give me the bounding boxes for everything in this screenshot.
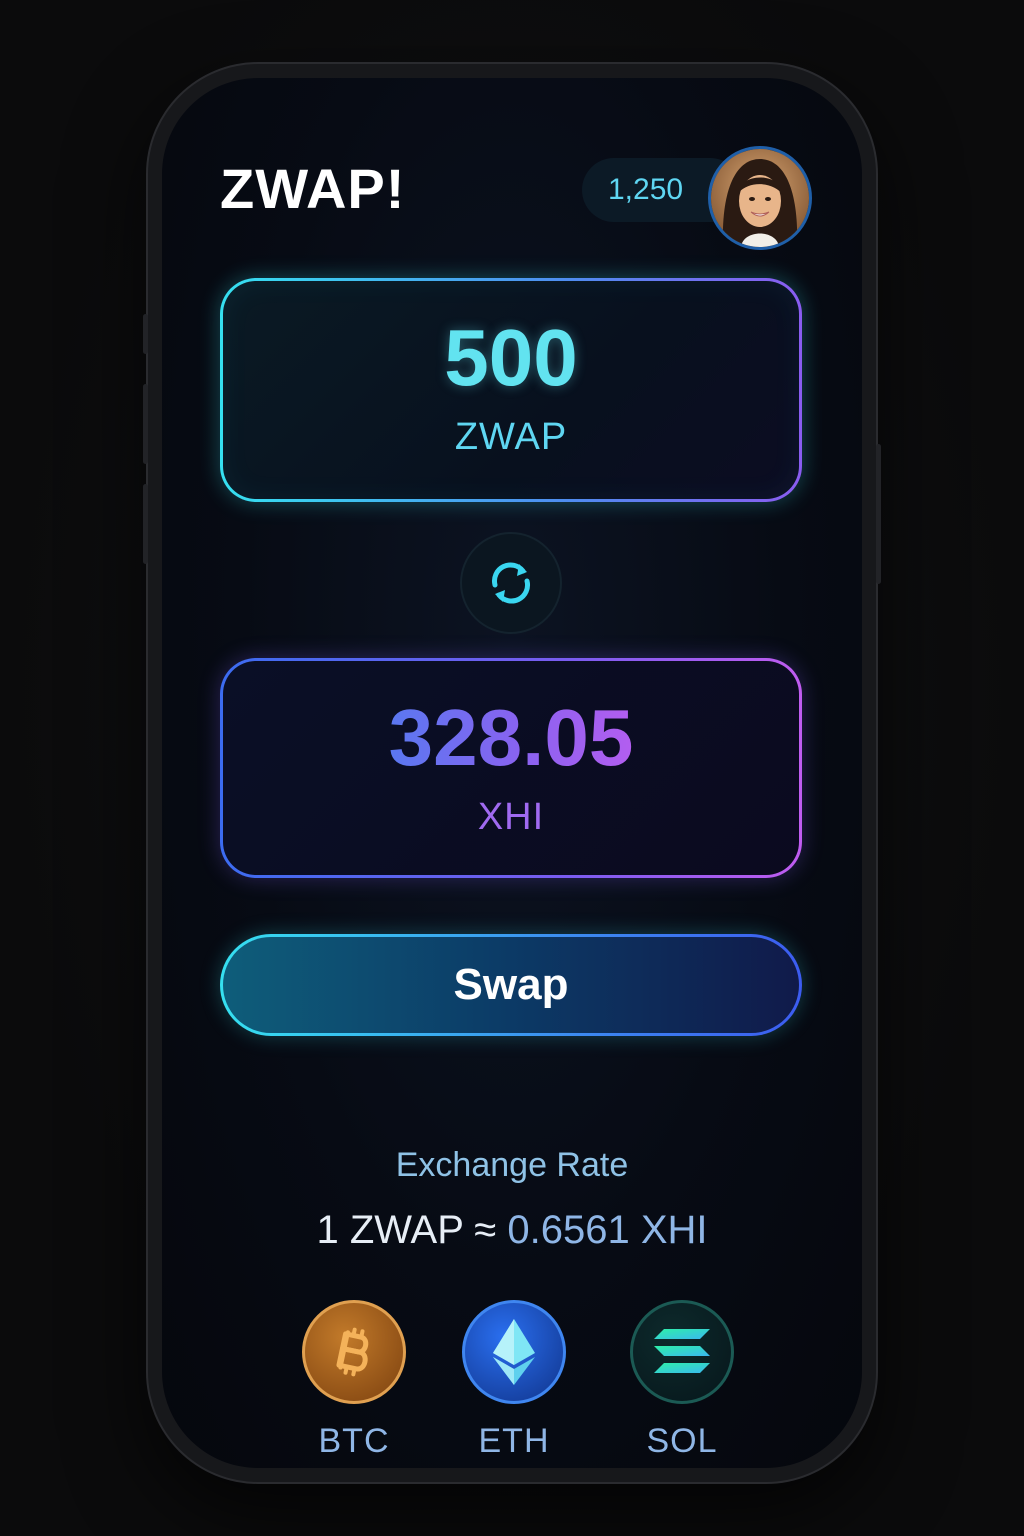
to-token-symbol: XHI xyxy=(477,795,545,838)
exchange-rate-value: 1 ZWAP ≈ 0.6561 XHI xyxy=(162,1208,862,1253)
phone-volume-down-button xyxy=(143,484,148,564)
phone-volume-up-button xyxy=(143,384,148,464)
avatar[interactable] xyxy=(708,146,812,250)
app-screen: ZWAP! 1,250 500 ZWAP 328.05 XHI Swap Exc… xyxy=(162,78,862,1468)
from-token-symbol: ZWAP xyxy=(454,415,568,458)
rate-quote: 0.6561 XHI xyxy=(507,1208,708,1252)
app-title: ZWAP! xyxy=(220,157,406,220)
phone-frame: ZWAP! 1,250 500 ZWAP 328.05 XHI Swap Exc… xyxy=(143,64,881,1482)
to-amount-card[interactable]: 328.05 XHI xyxy=(220,658,802,878)
refresh-icon xyxy=(492,562,530,604)
from-amount-value: 500 xyxy=(444,312,578,402)
coin-label-btc: BTC xyxy=(318,1422,390,1460)
coin-btc[interactable]: BTC xyxy=(300,1300,408,1461)
ethereum-icon xyxy=(462,1300,566,1404)
balance-value: 1,250 xyxy=(608,173,684,206)
coin-sol[interactable]: SOL xyxy=(628,1300,736,1461)
solana-icon xyxy=(630,1300,734,1404)
swap-button[interactable]: Swap xyxy=(220,934,802,1036)
phone-side-button xyxy=(143,314,148,354)
exchange-rate-label: Exchange Rate xyxy=(395,1146,629,1184)
stage: ZWAP! 1,250 500 ZWAP 328.05 XHI Swap Exc… xyxy=(0,0,1024,1536)
coin-label-eth: ETH xyxy=(478,1422,550,1460)
bitcoin-icon xyxy=(302,1300,406,1404)
phone-power-button xyxy=(876,444,881,584)
swap-direction-button[interactable] xyxy=(460,532,562,634)
to-amount-value: 328.05 xyxy=(388,692,634,782)
coin-label-sol: SOL xyxy=(646,1422,718,1460)
rate-approx-symbol: ≈ xyxy=(474,1208,497,1252)
avatar-image xyxy=(711,149,809,247)
rate-base: 1 ZWAP xyxy=(316,1208,464,1252)
coin-eth[interactable]: ETH xyxy=(460,1300,568,1461)
from-amount-card[interactable]: 500 ZWAP xyxy=(220,278,802,502)
